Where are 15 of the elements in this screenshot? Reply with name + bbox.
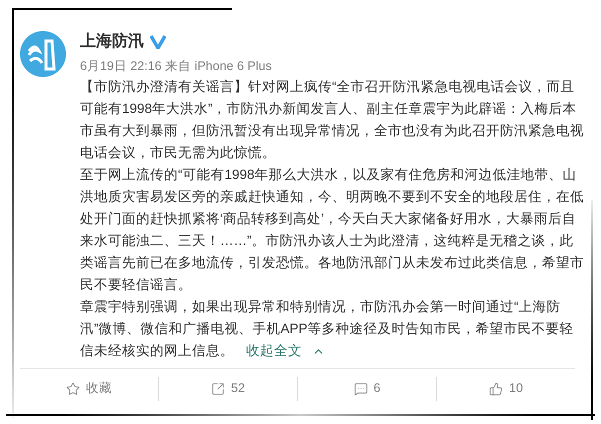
author-name[interactable]: 上海防汛 xyxy=(80,30,144,54)
post-meta: 6月19日 22:16 来自 iPhone 6 Plus xyxy=(80,58,273,75)
post-paragraph: 【市防汛办澄清有关谣言】针对网上疯传“全市召开防汛紧急电视电话会议，而且可能有1998年大洪水”，市防汛办新闻发言人、副主任章震宇为此辟谣：入梅后本市虽有大到暴雨，但防汛暂没有出现异常情况，全市也没有为此召开防汛紧急电视电话会议，市民无需为此惊慌。 xyxy=(80,78,585,162)
collapse-link[interactable]: 收起全文 xyxy=(246,340,325,362)
repost-button[interactable]: 52 xyxy=(211,379,245,398)
like-button[interactable]: 10 xyxy=(489,379,523,398)
post-paragraph: 章震宇特别强调，如果出现异常和特别情况，市防汛办会第一时间通过“上海防汛”微博、微信和广播电视、手机APP等多种途径及时告知市民，希望市民不要轻信未经核实的网上信息。 收起全文 xyxy=(80,296,586,362)
avatar-logo-icon[interactable] xyxy=(20,31,66,77)
comment-icon xyxy=(354,382,368,396)
comment-button[interactable]: 6 xyxy=(354,379,380,398)
thumbs-up-icon xyxy=(489,382,504,396)
post-paragraph: 至于网上流传的“可能有1998年那么大洪水，以及家有住危房和河边低洼地带、山洪地质灾害易发区旁的亲戚赶快通知，今、明两晚不要到不安全的地段居住，在低处开门面的赶快抓紧将‘商品转移到高处’，今天白天大家储备好用水，大暴雨后自来水可能浊二、三天！……”。市防汛办该人士为此澄清，这纯粹是无稽之谈，此类谣言先前已在多地流传，引发恐慌。各地防汛部门从未发布过此类信息，希望市民不要轻信谣言。 xyxy=(80,166,585,294)
star-icon xyxy=(66,382,80,396)
share-icon xyxy=(211,382,226,396)
favorite-button[interactable]: 收藏 xyxy=(66,379,112,398)
